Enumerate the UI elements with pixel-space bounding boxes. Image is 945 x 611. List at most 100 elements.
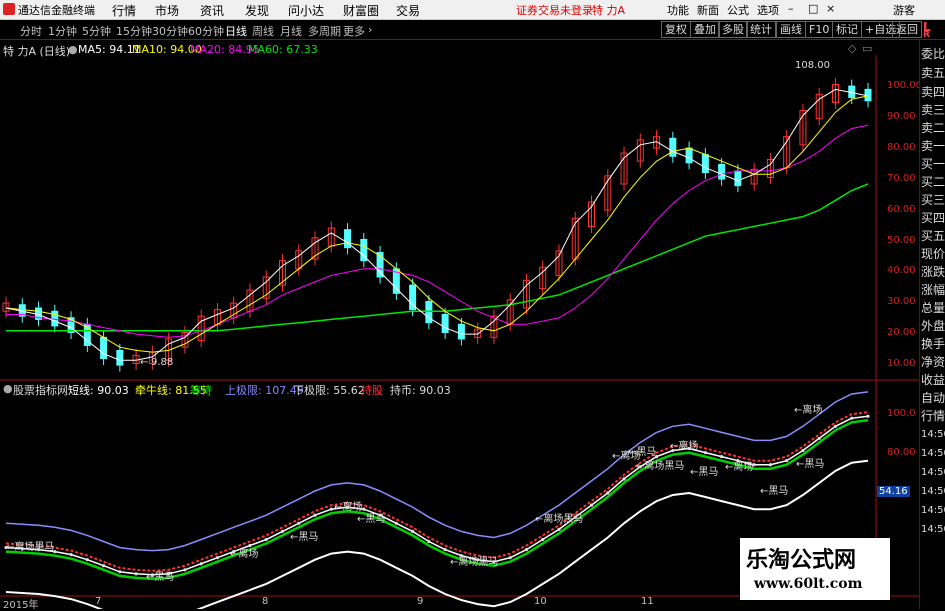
candle [734,170,742,187]
date-label: 7 [95,596,102,607]
indicator-lower-line [5,459,869,609]
date-label: 9 [417,596,424,607]
ma60-line [6,183,869,332]
indicator-point [508,556,512,560]
indicator-point [183,568,187,572]
period-fenshi[interactable]: 分时 [20,23,42,39]
axis-label: 20.00 [887,327,916,338]
period-weekly[interactable]: 周线 [252,23,274,39]
overlay-button[interactable]: 叠加 [690,21,720,38]
ma5-line [5,88,869,361]
menu-gongshi[interactable]: 公式 [727,2,749,18]
back-button[interactable]: 返回 [892,21,922,38]
indicator-point [785,459,789,463]
indicator-point [443,547,447,552]
chart-canvas [0,55,919,609]
maximize-icon[interactable]: □ [808,2,818,15]
indicator-point [622,477,626,481]
side-time: 14:50 [921,429,945,440]
side-item: 净资 [921,355,945,369]
indicator-current-value: 54.16 [877,486,910,497]
indicator-point [280,529,285,533]
f10-button[interactable]: F10 [805,21,834,38]
draw-line-button[interactable]: 画线 [776,21,806,38]
candle [100,336,108,360]
indicator-axis-label: 80.00 [887,447,916,458]
stats-button[interactable]: 统计 [746,21,776,38]
side-time: 14:50 [921,486,945,497]
candle [457,323,465,340]
menu-shichang[interactable]: 市场 [155,2,179,19]
indicator-point [557,527,561,531]
side-item: 买一 [921,157,945,171]
side-item: 卖四 [921,85,945,99]
period-monthly[interactable]: 月线 [280,23,302,39]
menu-xuanxiang[interactable]: 选项 [757,2,779,18]
multi-stock-button[interactable]: 多股 [718,21,748,38]
period-more[interactable]: 更多 [343,23,365,39]
menu-wenxiaoda[interactable]: 问小达 [288,2,324,19]
side-item: 买二 [921,175,945,189]
menu-caifuquan[interactable]: 财富圈 [343,2,379,19]
fuquan-button[interactable]: 复权 [661,21,691,38]
candle [51,310,59,327]
indicator-dot-icon: ● [3,382,13,395]
side-item: 卖一 [921,139,945,153]
axis-label: 40.00 [887,265,916,276]
wait-label: 等待 [190,384,212,397]
menu-bar: 通达信金融终端 行情 市场 资讯 发现 问小达 财富圈 交易 证券交易未登录 特… [0,0,945,20]
menu-gongneng[interactable]: 功能 [667,2,689,18]
mark-button[interactable]: 标记 [832,21,862,38]
indicator-point [720,455,724,459]
watermark-url: www.60lt.com [754,576,863,592]
side-item: 委比 [921,47,945,61]
side-item-auto[interactable]: 自动 [921,389,945,406]
watermark-title: 乐淘公式网 [746,547,857,573]
stock-name: 特 力A [592,4,626,17]
side-time: 14:50 [921,467,945,478]
chevron-right-icon[interactable]: › [368,23,372,36]
menu-faxian[interactable]: 发现 [245,2,269,19]
period-60min[interactable]: 60分钟 [188,23,224,39]
quote-side-panel: L R 委比 卖五 卖四 卖三 卖二 卖一 买一 买二 买三 买四 买五 现价 … [919,20,945,609]
close-icon[interactable]: × [826,2,835,15]
menu-banmian[interactable]: 新面 [697,2,719,18]
side-item-hangqing[interactable]: 行情 [921,407,945,424]
menu-hangqing[interactable]: 行情 [112,2,136,19]
indicator-point [101,564,106,568]
period-15min[interactable]: 15分钟 [116,23,152,39]
indicator-point [411,529,415,533]
menu-jiaoyi[interactable]: 交易 [396,2,420,19]
period-30min[interactable]: 30分钟 [152,23,188,39]
indicator-point [313,513,317,517]
signal-label: ←离场黑马 [450,557,499,568]
signal-label: ←离场黑马 [535,514,584,525]
signal-label: ←离场 [670,441,699,452]
indicator-point [134,572,138,576]
axis-label: 100.00 [887,80,922,91]
period-toolbar: 分时 1分钟 5分钟 15分钟 30分钟 60分钟 日线 周线 月线 多周期 更… [0,20,945,40]
candles-group [2,77,872,372]
menu-zixun[interactable]: 资讯 [200,2,224,19]
indicator-wait-line [5,418,869,581]
login-notice[interactable]: 证券交易未登录 [516,2,593,18]
indicator-point [297,521,301,525]
period-daily[interactable]: 日线 [225,23,247,39]
indicator-name: 股票指标网 [13,384,68,397]
signal-label: ←离场 [794,405,823,416]
indicator-point [768,463,773,467]
period-multi[interactable]: 多周期 [308,23,341,39]
indicator-point [118,570,122,574]
period-1min[interactable]: 1分钟 [48,23,77,39]
signal-label: ←离场黑马 [6,542,55,553]
axis-label: 90.00 [887,111,916,122]
side-r-label[interactable]: R [923,30,930,40]
guest-label[interactable]: 游客 [893,2,915,18]
minimize-icon[interactable]: – [788,2,794,15]
signal-label: ←黑马 [796,459,825,470]
period-5min[interactable]: 5分钟 [82,23,111,39]
indicator-short-line [5,415,869,576]
indicator-point [394,521,398,525]
axis-label: 60.00 [887,204,916,215]
low-price-annotation: 9.88 [151,357,174,368]
